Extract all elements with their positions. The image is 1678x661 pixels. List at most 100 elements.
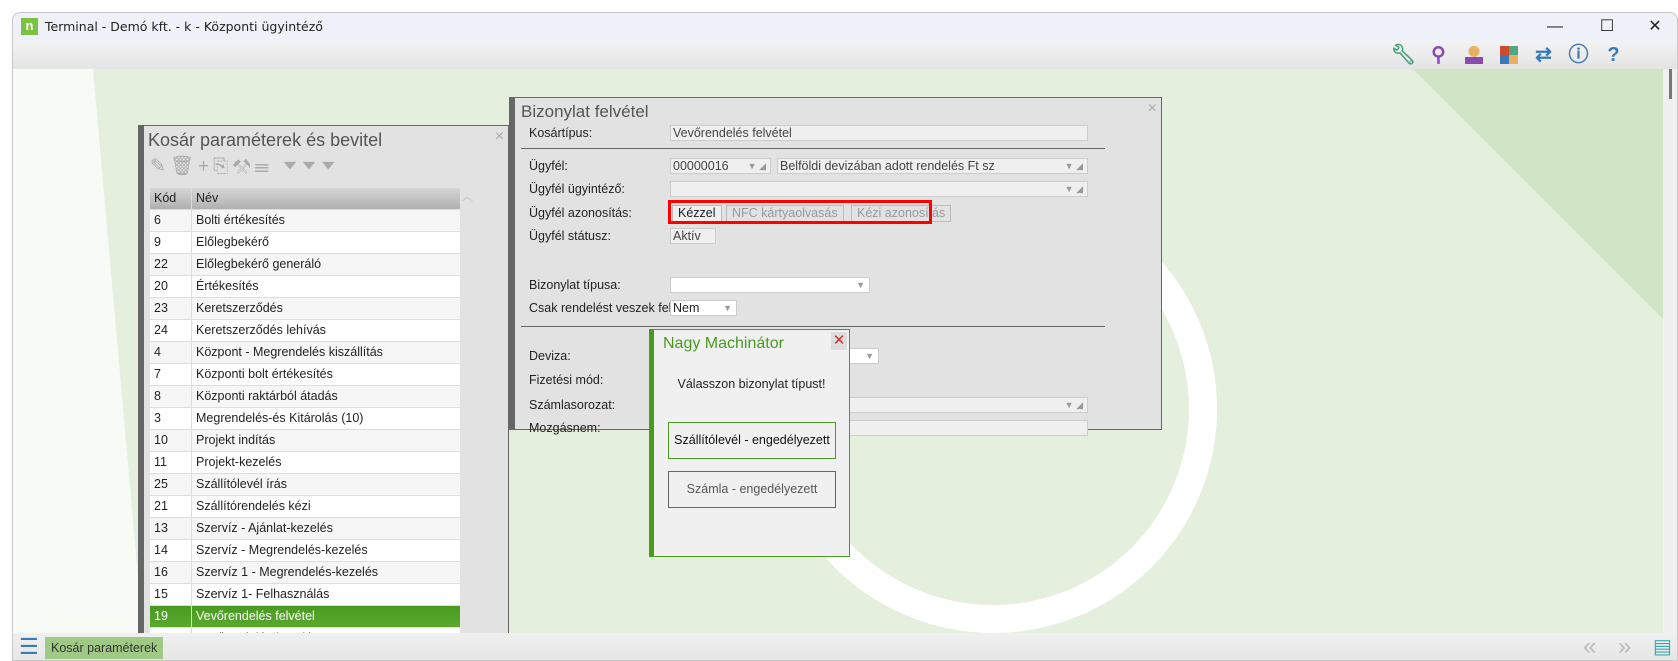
delete-icon[interactable]: 🗑︎ [170,156,198,177]
kosartipus-field: Vevőrendelés felvétel [670,125,1088,141]
info-icon[interactable]: ⓘ [1561,41,1596,69]
ugyfel-name-select[interactable]: Belföldi devizában adott rendelés Ft sz ▼… [777,158,1088,174]
ugyintezo-select[interactable]: ▼ ◢ [670,181,1088,197]
document-list-icon[interactable]: ▤ [1653,633,1672,660]
help-icon[interactable]: ? [1596,41,1631,69]
swap-icon[interactable]: ⇄ [1526,41,1561,69]
desktop-area: Kosár paraméterek és bevitel × ✎🗑︎+⎘⚒☰ ⏷… [13,69,1663,633]
biz-tipus-select[interactable]: ▼ [670,277,870,293]
scrollbar-thumb[interactable] [1669,69,1672,99]
table-row[interactable]: 9 Előlegbekérő [150,232,460,254]
table-row[interactable]: 23 Keretszerződés [150,298,460,320]
table-row[interactable]: 13 Szervíz - Ajánlat-kezelés [150,518,460,540]
next-icon[interactable]: » [1618,633,1631,660]
col-kod[interactable]: Kód [150,188,192,209]
status-bar: ☰ Kosár paraméterek « » ▤ [13,633,1677,660]
cell-nev: Szervíz 1 - Megrendelés-kezelés [196,565,379,579]
table-row[interactable]: 20 Értékesítés [150,276,460,298]
cell-nev: Központi bolt értékesítés [196,367,333,381]
copy-icon[interactable]: ⎘ [213,156,232,177]
table-row[interactable]: 7 Központi bolt értékesítés [150,364,460,386]
cell-nev: Keretszerződés lehívás [196,323,326,337]
col-nev[interactable]: Név [192,188,218,209]
cell-nev: Központi raktárból átadás [196,389,338,403]
ugyfel-code-value: 00000016 [673,159,729,173]
table-row[interactable]: 16 Szervíz 1 - Megrendelés-kezelés [150,562,460,584]
deviza-label: Deviza: [529,349,571,363]
cell-nev: Megrendelés-és Kitárolás (10) [196,411,364,425]
table-row[interactable]: 22 Előlegbekérő generáló [150,254,460,276]
csak-select[interactable]: Nem ▼ [670,300,737,316]
previous-icon[interactable]: « [1583,633,1596,660]
popup-close-icon[interactable]: ✕ [831,332,847,350]
tools-icon[interactable]: ⚒ [232,156,254,177]
szamlasorozat-select[interactable]: ▼ ◢ [811,397,1088,413]
ugyintezo-label: Ügyfél ügyintéző: [529,182,625,196]
szallitolevel-button[interactable]: Szállítólevél - engedélyezett [668,422,836,459]
cell-nev: Keretszerződés [196,301,283,315]
cell-nev: Projekt indítás [196,433,276,447]
open-tab-kosar[interactable]: Kosár paraméterek [45,637,164,659]
close-button[interactable]: ✕ [1633,15,1677,39]
divider [521,326,1105,327]
vertical-scrollbar[interactable]: ︿ [462,188,474,204]
table-row[interactable]: 6 Bolti értékesítés [150,210,460,232]
table-row[interactable]: 14 Szervíz - Megrendelés-kezelés [150,540,460,562]
filter-add-icon[interactable]: ⏷ [321,156,340,177]
bizonylat-close-icon[interactable]: × [1148,100,1157,118]
cell-kod: 23 [150,298,192,319]
wrench-icon[interactable]: 🔧︎ [1386,41,1421,69]
biz-tipus-label: Bizonylat típusa: [529,278,621,292]
cell-kod: 15 [150,584,192,605]
popup-title: Nagy Machinátor [663,335,784,352]
search-icon[interactable]: ⚲ [1421,41,1456,69]
add-icon[interactable]: + [198,156,213,177]
desktop-scrollbar[interactable] [1663,69,1677,633]
cell-kod: 6 [150,210,192,231]
cell-kod: 22 [150,254,192,275]
terminal-window: n Terminal - Demó kft. - k - Központi üg… [12,12,1678,661]
maximize-button[interactable]: ☐ [1585,15,1629,39]
minimize-button[interactable]: — [1533,15,1577,39]
kosar-panel-close-icon[interactable]: × [495,128,504,146]
cell-nev: Szállítórendelés kézi [196,499,311,513]
cell-kod: 13 [150,518,192,539]
table-row[interactable]: 21 Szállítórendelés kézi [150,496,460,518]
cell-nev: Bolti értékesítés [196,213,285,227]
table-row[interactable]: 19 Vevőrendelés felvétel [150,606,460,628]
filter-clear-icon[interactable]: ⏷ [301,156,320,177]
cell-kod: 7 [150,364,192,385]
cell-nev: Előlegbekérő [196,235,269,249]
table-row[interactable]: 11 Projekt-kezelés [150,452,460,474]
cell-kod: 19 [150,606,192,627]
cell-nev: Szervíz - Megrendelés-kezelés [196,543,368,557]
panel-toolbar: ✎🗑︎+⎘⚒☰ ⏷⏷⏷ [150,154,340,178]
user-icon[interactable] [1456,41,1491,69]
list-icon[interactable]: ☰ [255,156,273,177]
table-row[interactable]: 4 Központ - Megrendelés kiszállítás [150,342,460,364]
edit-icon[interactable]: ✎ [150,156,170,177]
table-row[interactable]: 15 Szervíz 1- Felhasználás [150,584,460,606]
cell-kod: 8 [150,386,192,407]
divider [521,148,1105,149]
menu-icon[interactable]: ☰ [19,636,39,658]
azonositas-label: Ügyfél azonosítás: [529,206,632,220]
cell-kod: 25 [150,474,192,495]
statusz-label: Ügyfél státusz: [529,229,611,243]
cell-kod: 11 [150,452,192,473]
table-row[interactable]: 25 Szállítólevél írás [150,474,460,496]
cell-nev: Értékesítés [196,279,259,293]
kosar-panel: Kosár paraméterek és bevitel × ✎🗑︎+⎘⚒☰ ⏷… [138,125,509,633]
szamla-button[interactable]: Számla - engedélyezett [668,471,836,508]
filter-icon[interactable]: ⏷ [282,156,301,177]
table-header: Kód Név [150,188,460,210]
table-row[interactable]: 3 Megrendelés-és Kitárolás (10) [150,408,460,430]
table-row[interactable]: 24 Keretszerződés lehívás [150,320,460,342]
cell-kod: 16 [150,562,192,583]
cell-kod: 20 [150,276,192,297]
table-row[interactable]: 8 Központi raktárból átadás [150,386,460,408]
table-row[interactable]: 10 Projekt indítás [150,430,460,452]
tiles-icon[interactable] [1491,41,1526,69]
kosar-panel-title: Kosár paraméterek és bevitel [148,130,383,150]
ugyfel-code-select[interactable]: 00000016 ▼ ◢ [670,158,771,174]
